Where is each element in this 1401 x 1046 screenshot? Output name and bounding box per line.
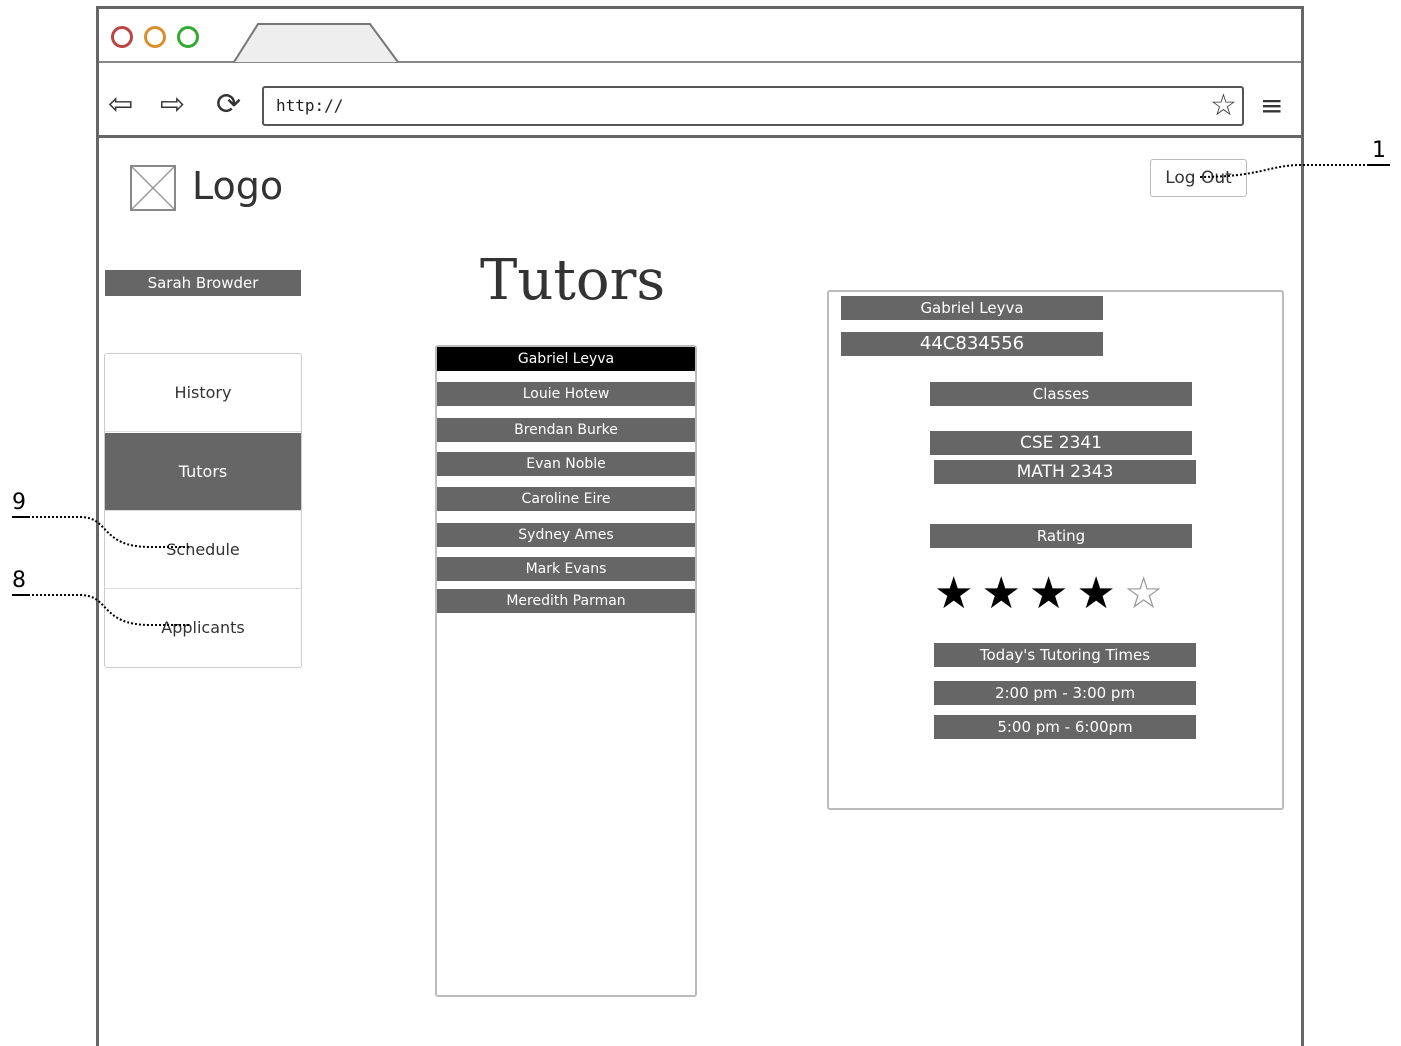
annotation-number: 8 [12,568,26,593]
annotation-number: 9 [12,490,26,515]
annotation-lines [12,164,1390,626]
annotation-number: 1 [1372,138,1386,163]
